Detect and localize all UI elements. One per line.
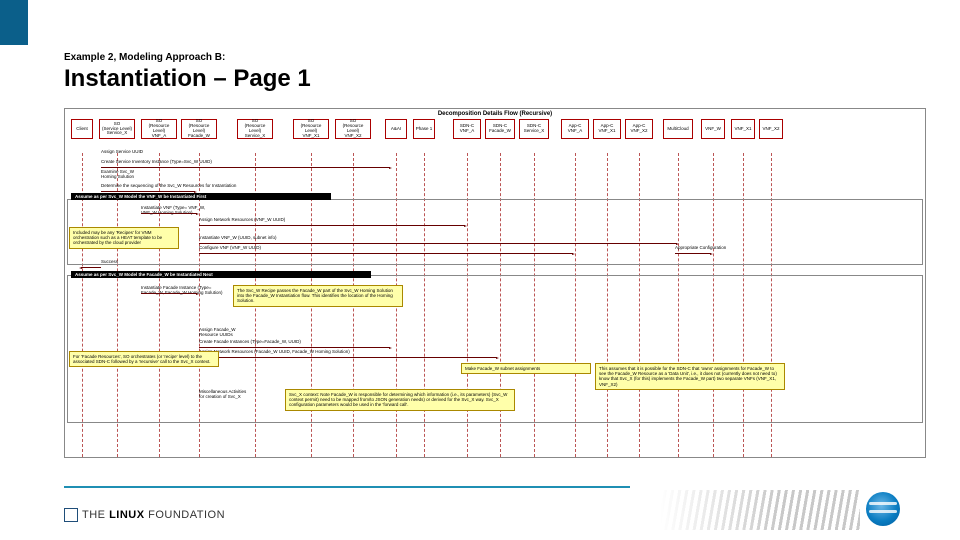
lifeline-head: MultiCloud: [663, 119, 693, 139]
message-label: Assign Network Resources (VNF_W UUID): [199, 217, 285, 222]
footer-brand: THE LINUX FOUNDATION: [82, 509, 225, 521]
lifeline-head: SO (Resource Level) VNF_X1: [293, 119, 329, 139]
lifeline-head: SO (Resource Level) VNF_A: [141, 119, 177, 139]
message-label: Instantiate VNF_W (UUID, subnet info): [199, 235, 277, 240]
lifeline-head: SDN-C Service_X: [519, 119, 549, 139]
lifeline-head: VNF_X1: [731, 119, 755, 139]
footer-divider: [64, 486, 630, 488]
message-label: Success: [101, 259, 118, 264]
lifeline-head: SO (Resource Level) Facade_W: [181, 119, 217, 139]
decorative-stripes: [660, 490, 860, 530]
lifeline-head: SO (Resource Level) VNF_X2: [335, 119, 371, 139]
message-label: Assign Facade_W Resource UUIDs: [199, 327, 236, 337]
message-arrow: [141, 293, 197, 294]
lifeline-head: App-C VNF_X2: [625, 119, 653, 139]
lifeline-head: Client: [71, 119, 93, 139]
lifeline-head: Phase 1: [413, 119, 435, 139]
att-globe-icon: [866, 492, 900, 526]
linux-foundation-icon: [64, 508, 78, 522]
diagram-note: This assumes that it is possible for the…: [595, 363, 785, 390]
message-arrow: [199, 357, 497, 358]
diagram-note: For 'Facade Resources', SO orchestrates …: [69, 351, 219, 367]
slide-pretitle: Example 2, Modeling Approach B:: [64, 52, 311, 63]
sequence-diagram: Decomposition Details Flow (Recursive) C…: [64, 108, 926, 458]
message-label: Assign Network Resources (Facade_W UUID,…: [199, 349, 350, 354]
lifeline-head: App-C VNF_A: [561, 119, 589, 139]
message-label: Assign Service UUID: [101, 149, 143, 154]
slide-title: Instantiation – Page 1: [64, 65, 311, 93]
lifeline-headers: Client SO (Service Level) Service_X SO (Re…: [65, 119, 925, 141]
message-arrow: [141, 213, 197, 214]
lifeline-head: VNF_W: [701, 119, 725, 139]
message-label: Create Facade Instances (Type=Facade_W, …: [199, 339, 301, 344]
message-label: Configure VNF (VNF_W UUID): [199, 245, 261, 250]
lifeline-area: Assume as per Svc_W Model the VNF_W be I…: [65, 141, 925, 457]
message-arrow: [675, 253, 711, 254]
message-arrow: [199, 243, 677, 244]
message-arrow: [81, 267, 101, 268]
lifeline-head: A&AI: [385, 119, 407, 139]
message-arrow: [199, 225, 465, 226]
lifeline-head: SDN-C VNF_A: [453, 119, 481, 139]
section-label: Assume as per Svc_W Model the VNF_W be I…: [71, 193, 331, 200]
lifeline-head: SDN-C Facade_W: [485, 119, 515, 139]
message-arrow: [101, 167, 390, 168]
section-label: Assume as per Svc_W Model the Facade_W b…: [71, 271, 371, 278]
diagram-note: The Svc_W Recipe passes the Facade_W par…: [233, 285, 403, 307]
message-arrow: [199, 253, 573, 254]
message-label: Determine the sequencing of the Svc_W Re…: [101, 183, 236, 188]
message-arrow: [101, 191, 195, 192]
message-arrow: [199, 347, 390, 348]
diagram-note: Make Facade_W subnet assignments: [461, 363, 591, 374]
slide-header: Example 2, Modeling Approach B: Instanti…: [64, 52, 311, 93]
diagram-title: Decomposition Details Flow (Recursive): [438, 111, 552, 117]
diagram-note: Svc_X context: Note Facade_W is responsi…: [285, 389, 515, 411]
accent-bar: [0, 0, 28, 45]
lifeline-head: SO (Service Level) Service_X: [99, 119, 135, 139]
diagram-note: Included may be any 'Recipes' for VNM or…: [69, 227, 179, 249]
message-label: Appropriate Configuration: [675, 245, 726, 250]
slide: Example 2, Modeling Approach B: Instanti…: [0, 0, 960, 540]
lifeline-head: SO (Resource Level) Service_X: [237, 119, 273, 139]
lifeline-head: VNF_X2: [759, 119, 783, 139]
footer: THE LINUX FOUNDATION: [64, 508, 225, 522]
message-label: Examine Svc_W Homing Solution: [101, 169, 134, 179]
message-label: Miscellaneous Activities for creation of…: [199, 389, 246, 399]
message-label: Create Service Inventory Instance (Type=…: [101, 159, 212, 164]
lifeline-head: App-C VNF_X1: [593, 119, 621, 139]
